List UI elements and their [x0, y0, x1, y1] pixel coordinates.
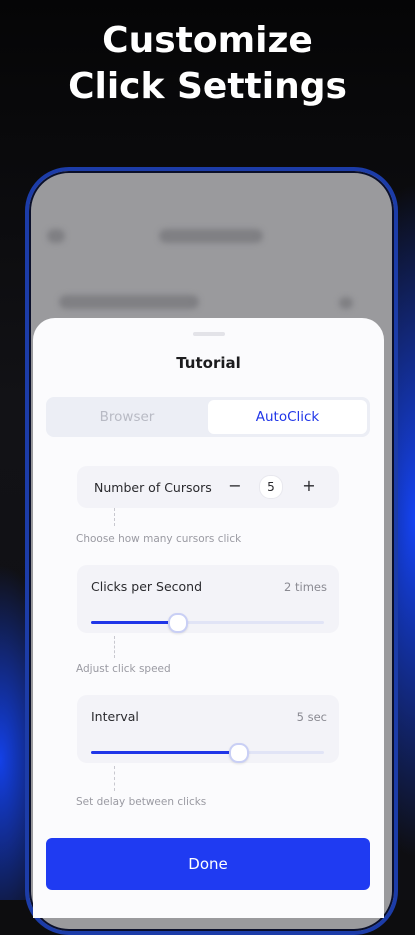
interval-label: Interval	[91, 709, 139, 724]
interval-connector	[114, 766, 115, 791]
clicks-per-second-hint: Adjust click speed	[76, 663, 171, 675]
slider-thumb[interactable]	[168, 613, 189, 633]
cursor-count: 5	[259, 475, 283, 499]
segment-autoclick[interactable]: AutoClick	[208, 400, 367, 434]
cursors-hint: Choose how many cursors click	[76, 533, 242, 545]
segment-browser[interactable]: Browser	[49, 400, 205, 434]
tutorial-sheet: Tutorial Browser AutoClick Number of Cur…	[33, 318, 384, 918]
sheet-title: Tutorial	[176, 354, 241, 372]
blurred-title	[159, 229, 263, 243]
blurred-row	[59, 295, 199, 309]
cursors-card: Number of Cursors − 5 +	[77, 466, 339, 508]
slider-thumb[interactable]	[228, 743, 249, 763]
blurred-back-icon	[47, 229, 65, 243]
interval-slider[interactable]	[91, 743, 324, 763]
clicks-per-second-slider[interactable]	[91, 613, 324, 633]
blurred-chevron	[339, 297, 353, 309]
done-button[interactable]: Done	[46, 838, 370, 890]
interval-hint: Set delay between clicks	[76, 796, 207, 808]
slider-fill	[91, 751, 238, 754]
headline: Customize Click Settings	[0, 18, 415, 110]
mode-segmented-control: Browser AutoClick	[46, 397, 370, 437]
interval-card: Interval 5 sec	[77, 695, 339, 763]
headline-line-1: Customize	[102, 20, 313, 61]
decrement-button[interactable]: −	[225, 476, 245, 495]
clicks-connector	[114, 636, 115, 658]
interval-value: 5 sec	[296, 710, 327, 724]
clicks-per-second-label: Clicks per Second	[91, 579, 203, 594]
clicks-per-second-card: Clicks per Second 2 times	[77, 565, 339, 633]
slider-fill	[91, 621, 178, 624]
cursors-connector	[114, 508, 115, 526]
headline-line-2: Click Settings	[68, 66, 347, 107]
clicks-per-second-value: 2 times	[284, 580, 327, 594]
sheet-handle[interactable]	[193, 332, 225, 336]
increment-button[interactable]: +	[299, 476, 319, 495]
cursors-label: Number of Cursors	[94, 480, 212, 495]
